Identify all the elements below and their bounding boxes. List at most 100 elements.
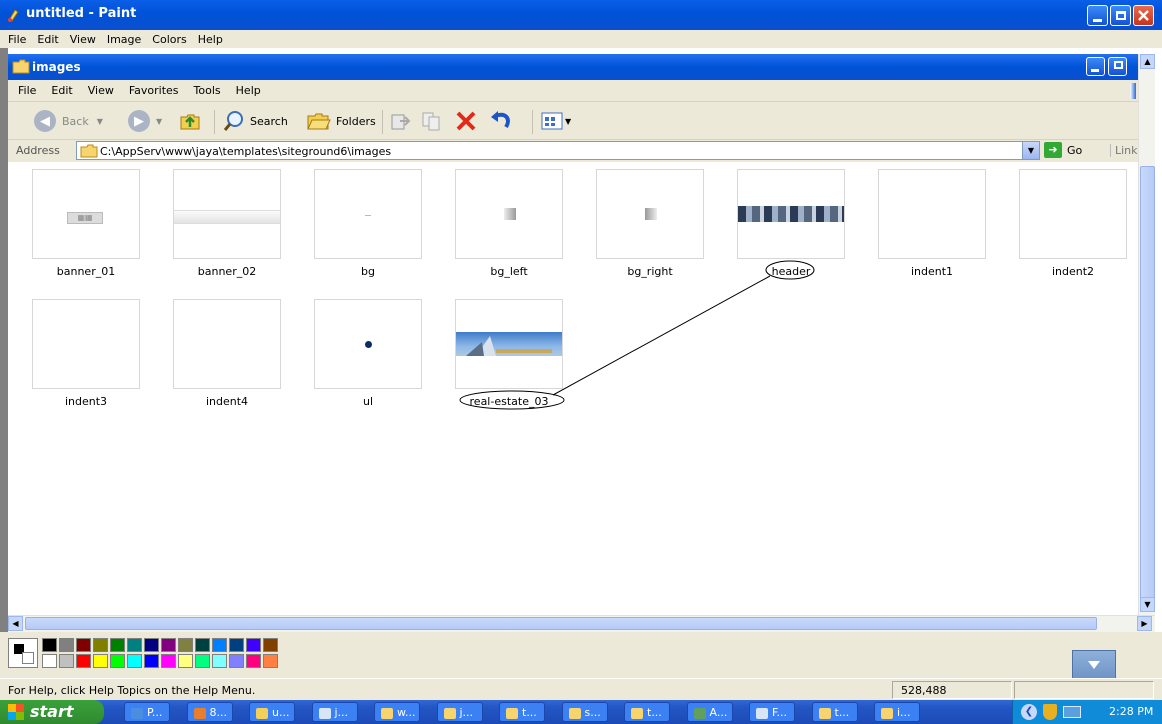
- forward-button[interactable]: ▶ ▼: [128, 108, 162, 134]
- canvas-gutter: [0, 48, 8, 632]
- palette-swatch[interactable]: [246, 654, 261, 668]
- palette-swatch[interactable]: [161, 654, 176, 668]
- address-dropdown-icon[interactable]: ▼: [1022, 142, 1039, 159]
- move-to-button[interactable]: [388, 108, 412, 134]
- up-folder-button[interactable]: [178, 108, 202, 134]
- palette-swatch[interactable]: [263, 654, 278, 668]
- taskbar-button[interactable]: P...: [124, 702, 170, 722]
- paint-menu-help[interactable]: Help: [190, 30, 226, 46]
- address-path: C:\AppServ\www\jaya\templates\siteground…: [100, 145, 392, 158]
- explorer-menu-edit[interactable]: Edit: [41, 80, 77, 97]
- taskbar-button[interactable]: t...: [811, 702, 858, 722]
- palette-swatch[interactable]: [161, 638, 176, 652]
- palette-swatch[interactable]: [59, 638, 74, 652]
- explorer-restore-icon[interactable]: [1108, 57, 1127, 76]
- views-button[interactable]: ▼: [540, 108, 571, 134]
- paint-menu-image[interactable]: Image: [99, 30, 144, 46]
- palette-swatch[interactable]: [59, 654, 74, 668]
- palette-swatch[interactable]: [127, 654, 142, 668]
- task-app-icon: [693, 707, 706, 719]
- task-label: u...: [272, 706, 290, 719]
- palette-swatch[interactable]: [42, 654, 57, 668]
- palette-swatch[interactable]: [178, 654, 193, 668]
- search-button[interactable]: Search: [222, 108, 288, 134]
- address-input[interactable]: C:\AppServ\www\jaya\templates\siteground…: [76, 141, 1040, 160]
- palette-swatch[interactable]: [229, 654, 244, 668]
- paint-menu-colors[interactable]: Colors: [144, 30, 189, 46]
- scroll-down-icon[interactable]: ▼: [1140, 597, 1155, 612]
- scroll-right-icon[interactable]: ▶: [1137, 616, 1152, 631]
- back-button[interactable]: ◀ Back ▼: [34, 108, 103, 134]
- palette-swatch[interactable]: [212, 638, 227, 652]
- palette-swatch[interactable]: [93, 654, 108, 668]
- current-colors[interactable]: [8, 638, 38, 668]
- palette-swatch[interactable]: [212, 654, 227, 668]
- horizontal-scrollbar[interactable]: ◀ ▶: [8, 615, 1155, 632]
- close-icon[interactable]: [1133, 5, 1154, 26]
- taskbar-button[interactable]: s...: [561, 702, 608, 722]
- go-button[interactable]: ➜ Go: [1044, 142, 1082, 158]
- taskbar-button[interactable]: A...: [686, 702, 733, 722]
- copy-to-button[interactable]: [420, 108, 444, 134]
- palette-swatch[interactable]: [178, 638, 193, 652]
- palette-swatch[interactable]: [110, 654, 125, 668]
- palette-swatch[interactable]: [93, 638, 108, 652]
- taskbar-button[interactable]: 8...: [186, 702, 233, 722]
- palette-swatch[interactable]: [127, 638, 142, 652]
- palette-swatch[interactable]: [263, 638, 278, 652]
- taskbar-button[interactable]: F...: [749, 702, 795, 722]
- minimize-icon[interactable]: [1087, 5, 1108, 26]
- real-estate-annotation-ellipse: [459, 390, 565, 410]
- palette-swatch[interactable]: [76, 638, 91, 652]
- scroll-left-icon[interactable]: ◀: [8, 616, 23, 631]
- folders-button[interactable]: Folders: [306, 108, 376, 134]
- explorer-menu-view[interactable]: View: [78, 80, 119, 97]
- explorer-menu-file[interactable]: File: [8, 80, 41, 97]
- undo-button[interactable]: [488, 108, 514, 134]
- taskbar-button[interactable]: t...: [624, 702, 670, 722]
- palette-swatch[interactable]: [144, 654, 159, 668]
- task-app-icon: [568, 707, 581, 719]
- delete-button[interactable]: [454, 108, 478, 134]
- explorer-menu-tools[interactable]: Tools: [184, 80, 226, 97]
- taskbar-button[interactable]: i...: [874, 702, 920, 722]
- scroll-up-icon[interactable]: ▲: [1140, 54, 1155, 69]
- clock[interactable]: 2:28 PM: [1109, 705, 1153, 718]
- address-folder-icon: [80, 144, 98, 158]
- task-app-icon: [193, 707, 206, 719]
- taskbar-button[interactable]: w...: [374, 702, 420, 722]
- tray-expand-icon[interactable]: ❮: [1021, 704, 1037, 720]
- palette-swatch[interactable]: [110, 638, 125, 652]
- vertical-scrollbar[interactable]: ▲ ▼: [1138, 54, 1155, 615]
- palette-swatch[interactable]: [195, 638, 210, 652]
- header-annotation-ellipse: [765, 260, 815, 280]
- task-app-icon: [506, 707, 518, 719]
- task-label: 8...: [209, 706, 228, 719]
- horizontal-scroll-thumb[interactable]: [25, 617, 1097, 630]
- copy-to-icon: [422, 112, 440, 131]
- taskbar-button[interactable]: j...: [311, 702, 358, 722]
- palette-swatch[interactable]: [42, 638, 57, 652]
- explorer-menu-favorites[interactable]: Favorites: [119, 80, 184, 97]
- start-button[interactable]: start: [0, 700, 104, 724]
- paint-menu-file[interactable]: File: [0, 30, 29, 46]
- security-shield-icon[interactable]: [1043, 704, 1057, 720]
- palette-swatch[interactable]: [144, 638, 159, 652]
- explorer-menu-help[interactable]: Help: [226, 80, 266, 97]
- toolbar-separator: [382, 110, 383, 134]
- taskbar-button[interactable]: j...: [436, 702, 483, 722]
- taskbar-button[interactable]: u...: [249, 702, 295, 722]
- palette-swatch[interactable]: [76, 654, 91, 668]
- toolbar-separator: [214, 110, 215, 134]
- explorer-minimize-icon[interactable]: [1086, 57, 1105, 76]
- palette-swatch[interactable]: [229, 638, 244, 652]
- taskbar-button[interactable]: t...: [499, 702, 545, 722]
- palette-swatch[interactable]: [246, 638, 261, 652]
- paint-menu-edit[interactable]: Edit: [29, 30, 61, 46]
- vertical-scroll-thumb[interactable]: [1140, 166, 1155, 606]
- maximize-icon[interactable]: [1110, 5, 1131, 26]
- address-bar: Address C:\AppServ\www\jaya\templates\si…: [8, 140, 1143, 162]
- palette-swatch[interactable]: [195, 654, 210, 668]
- paint-menu-view[interactable]: View: [62, 30, 99, 46]
- network-icon[interactable]: [1063, 706, 1081, 718]
